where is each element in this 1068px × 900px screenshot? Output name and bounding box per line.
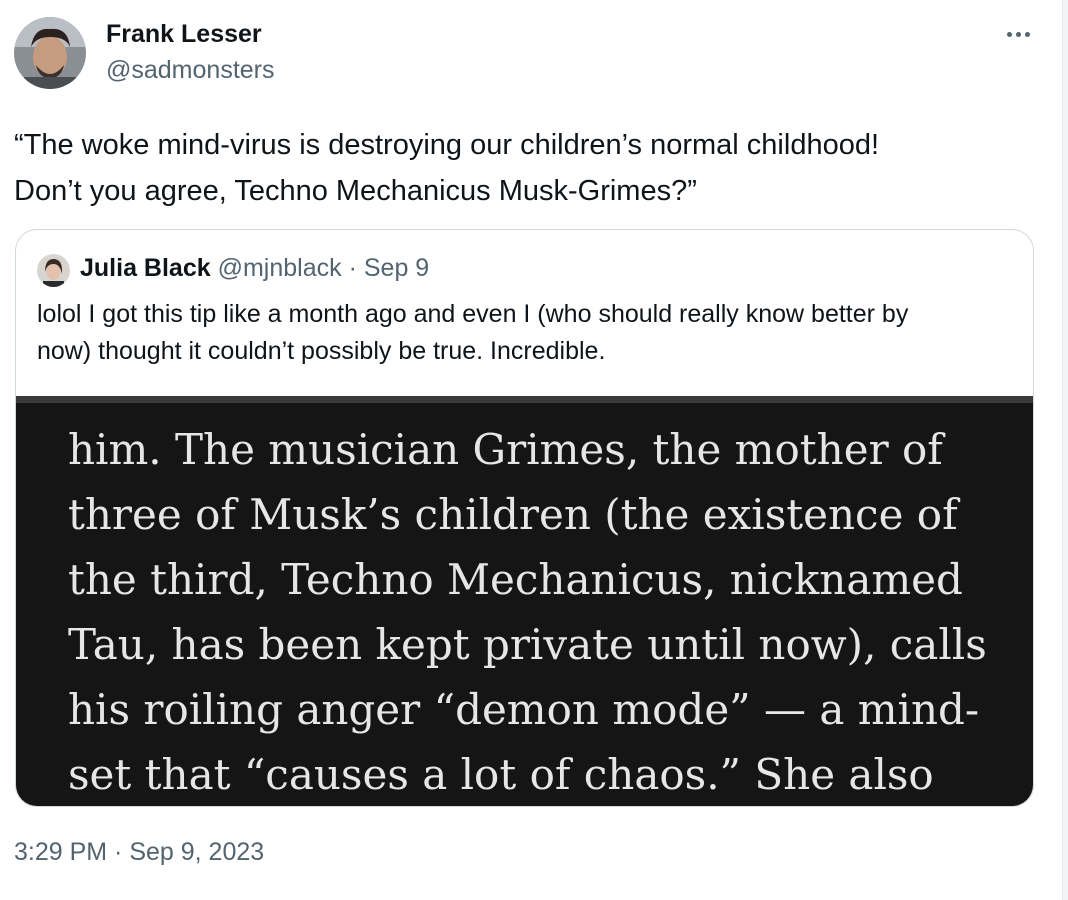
quoted-text-line: now) thought it couldn’t possibly be tru…: [37, 337, 606, 365]
scrollbar-track: [1062, 0, 1068, 900]
quoted-text-line: lolol I got this tip like a month ago an…: [37, 300, 909, 328]
tweet-text-line: “The woke mind-virus is destroying our c…: [14, 129, 880, 161]
quoted-header: Julia Black @mjnblack · Sep 9: [80, 254, 429, 283]
author-avatar[interactable]: [14, 17, 86, 89]
media-text-line: his roiling anger “demon mode” — a mind-: [68, 685, 980, 734]
dot: [1015, 31, 1021, 37]
dot: [1024, 31, 1030, 37]
more-options-icon[interactable]: [998, 14, 1038, 54]
quoted-tweet[interactable]: Julia Black @mjnblack · Sep 9 lolol I go…: [15, 229, 1034, 807]
author-handle[interactable]: @sadmonsters: [106, 56, 275, 85]
tweet-text: “The woke mind-virus is destroying our c…: [14, 122, 1034, 214]
media-text-line: the third, Techno Mechanicus, nicknamed: [68, 555, 963, 604]
quoted-author-avatar[interactable]: [37, 254, 70, 287]
author-name[interactable]: Frank Lesser: [106, 20, 262, 49]
quoted-media-image[interactable]: him. The musician Grimes, the mother of …: [16, 396, 1033, 806]
dot: [1006, 31, 1012, 37]
tweet-timestamp[interactable]: 3:29 PM · Sep 9, 2023: [14, 838, 264, 867]
quoted-date[interactable]: Sep 9: [364, 254, 429, 282]
media-text-line: set that “causes a lot of chaos.” She al…: [68, 750, 934, 799]
quoted-author-name[interactable]: Julia Black: [80, 254, 211, 282]
tweet-text-line: Don’t you agree, Techno Mechanicus Musk-…: [14, 175, 697, 207]
media-text-line: Tau, has been kept private until now), c…: [68, 620, 987, 669]
media-text-line: him. The musician Grimes, the mother of: [68, 425, 943, 474]
media-article-excerpt: him. The musician Grimes, the mother of …: [68, 417, 987, 806]
quoted-text: lolol I got this tip like a month ago an…: [37, 296, 1027, 370]
media-text-line: three of Musk’s children (the existence …: [68, 490, 958, 539]
quoted-author-handle[interactable]: @mjnblack: [218, 254, 342, 282]
separator-dot: ·: [348, 254, 357, 282]
